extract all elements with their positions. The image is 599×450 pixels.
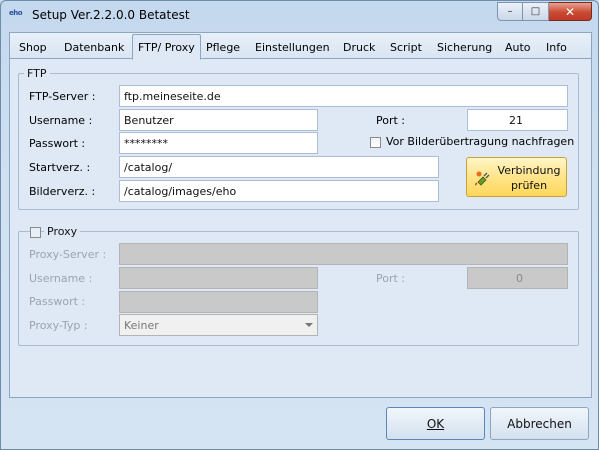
ok-label: OK bbox=[426, 417, 445, 431]
settings-panel: Shop Datenbank FTP/ Proxy Pflege Einstel… bbox=[9, 32, 592, 398]
proxy-type-value: Keiner bbox=[124, 319, 159, 332]
ftp-group-title: FTP bbox=[24, 67, 50, 80]
imagedir-label: Bilderverz. : bbox=[29, 185, 96, 198]
ftp-server-input[interactable]: ftp.meineseite.de bbox=[119, 85, 568, 107]
proxy-password-label: Passwort : bbox=[29, 295, 86, 308]
close-button[interactable]: ✕ bbox=[549, 2, 592, 21]
proxy-group-title: Proxy bbox=[44, 225, 81, 238]
minimize-button[interactable]: – bbox=[497, 2, 523, 21]
setup-window: eho Setup Ver.2.2.0.0 Betatest – □ ✕ Sho… bbox=[0, 0, 599, 450]
startdir-input[interactable]: /catalog/ bbox=[119, 156, 439, 178]
proxy-type-select[interactable]: Keiner bbox=[119, 314, 318, 336]
proxy-enable-checkbox[interactable] bbox=[30, 227, 41, 238]
chevron-down-icon bbox=[305, 323, 313, 327]
proxy-type-label: Proxy-Typ : bbox=[29, 319, 88, 332]
tab-sicherung[interactable]: Sicherung bbox=[437, 41, 492, 54]
proxy-username-label: Username : bbox=[29, 272, 93, 285]
proxy-port-input[interactable]: 0 bbox=[467, 267, 568, 289]
test-connection-button[interactable]: Verbindung prüfen bbox=[466, 157, 567, 197]
tab-bar: Shop Datenbank FTP/ Proxy Pflege Einstel… bbox=[10, 33, 591, 60]
maximize-button[interactable]: □ bbox=[523, 2, 549, 21]
tab-auto[interactable]: Auto bbox=[505, 41, 531, 54]
ftp-password-label: Passwort : bbox=[29, 137, 86, 150]
test-connection-line1: Verbindung bbox=[497, 164, 561, 177]
test-connection-line2: prüfen bbox=[510, 179, 548, 192]
tab-druck[interactable]: Druck bbox=[343, 41, 375, 54]
ftp-username-label: Username : bbox=[29, 114, 93, 127]
ftp-username-input[interactable]: Benutzer bbox=[119, 109, 318, 131]
close-icon: ✕ bbox=[564, 4, 576, 19]
proxy-password-input[interactable] bbox=[119, 291, 318, 313]
minimize-icon: – bbox=[507, 6, 513, 17]
ftp-server-label: FTP-Server : bbox=[29, 90, 96, 103]
proxy-port-label: Port : bbox=[376, 272, 406, 285]
dialog-footer: OK Abbrechen bbox=[9, 402, 592, 444]
test-connection-label: Verbindung prüfen bbox=[493, 163, 565, 193]
tab-script[interactable]: Script bbox=[390, 41, 422, 54]
ask-before-upload-checkbox[interactable] bbox=[370, 137, 381, 148]
ftp-password-input[interactable]: ******** bbox=[119, 132, 318, 154]
tab-info[interactable]: Info bbox=[546, 41, 567, 54]
maximize-icon: □ bbox=[530, 6, 541, 17]
plug-icon bbox=[475, 171, 490, 186]
tab-einstellungen[interactable]: Einstellungen bbox=[255, 41, 330, 54]
ok-button[interactable]: OK bbox=[386, 407, 485, 440]
imagedir-input[interactable]: /catalog/images/eho bbox=[119, 180, 439, 202]
tab-shop[interactable]: Shop bbox=[19, 41, 47, 54]
startdir-label: Startverz. : bbox=[29, 161, 91, 174]
proxy-server-label: Proxy-Server : bbox=[29, 248, 107, 261]
ask-before-upload-label: Vor Bilderübertragung nachfragen bbox=[386, 135, 575, 148]
tab-ftp-proxy[interactable]: FTP/ Proxy bbox=[132, 34, 201, 60]
proxy-server-input[interactable] bbox=[119, 243, 568, 265]
cancel-label: Abbrechen bbox=[507, 417, 572, 431]
window-title: Setup Ver.2.2.0.0 Betatest bbox=[32, 8, 190, 22]
tab-pflege[interactable]: Pflege bbox=[206, 41, 240, 54]
window-controls: – □ ✕ bbox=[497, 2, 592, 22]
cancel-button[interactable]: Abbrechen bbox=[490, 407, 589, 440]
ftp-port-label: Port : bbox=[376, 114, 406, 127]
ftp-port-input[interactable]: 21 bbox=[467, 109, 568, 131]
app-logo-icon: eho bbox=[9, 9, 23, 17]
title-bar: eho Setup Ver.2.2.0.0 Betatest – □ ✕ bbox=[1, 1, 598, 31]
tab-datenbank[interactable]: Datenbank bbox=[64, 41, 124, 54]
proxy-username-input[interactable] bbox=[119, 267, 318, 289]
